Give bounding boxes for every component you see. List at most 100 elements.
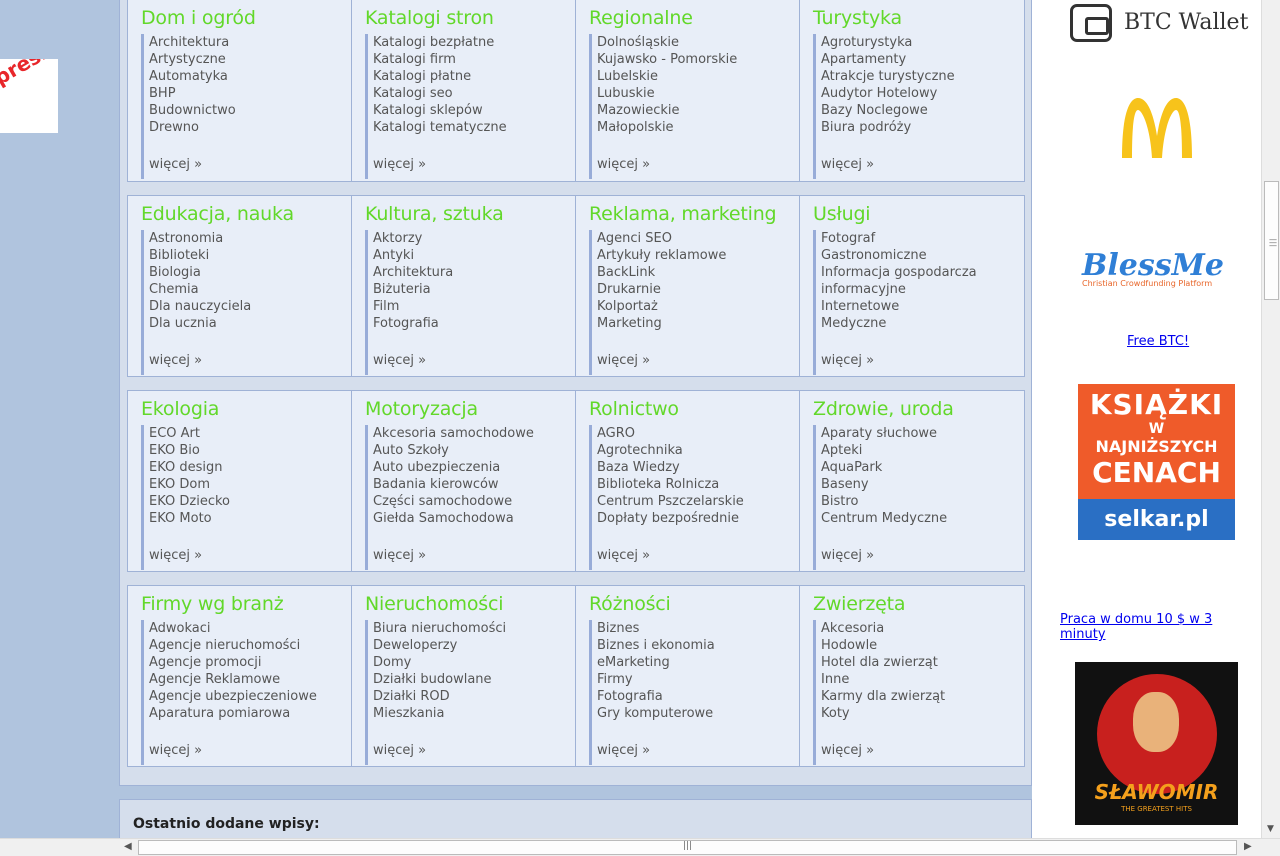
category-title[interactable]: Rolnictwo xyxy=(589,398,799,425)
category-title[interactable]: Usługi xyxy=(813,203,1024,230)
subcategory-link[interactable]: Katalogi seo xyxy=(373,85,575,102)
subcategory-link[interactable]: Centrum Medyczne xyxy=(821,510,1024,527)
subcategory-link[interactable]: Małopolskie xyxy=(597,119,799,136)
subcategory-link[interactable]: Lubelskie xyxy=(597,68,799,85)
subcategory-link[interactable]: Domy xyxy=(373,654,575,671)
subcategory-link[interactable]: Dla ucznia xyxy=(149,315,351,332)
subcategory-link[interactable]: Audytor Hotelowy xyxy=(821,85,1024,102)
category-title[interactable]: Zdrowie, uroda xyxy=(813,398,1024,425)
subcategory-link[interactable]: Koty xyxy=(821,705,1024,722)
subcategory-link[interactable]: EKO Dom xyxy=(149,476,351,493)
subcategory-link[interactable]: Biżuteria xyxy=(373,281,575,298)
subcategory-link[interactable]: Drewno xyxy=(149,119,351,136)
subcategory-link[interactable]: Architektura xyxy=(373,264,575,281)
more-link[interactable]: więcej » xyxy=(821,156,874,173)
more-link[interactable]: więcej » xyxy=(373,352,426,369)
subcategory-link[interactable]: Adwokaci xyxy=(149,620,351,637)
subcategory-link[interactable]: Aparaty słuchowe xyxy=(821,425,1024,442)
subcategory-link[interactable]: Dolnośląskie xyxy=(597,34,799,51)
subcategory-link[interactable]: Aparatura pomiarowa xyxy=(149,705,351,722)
subcategory-link[interactable]: Biura nieruchomości xyxy=(373,620,575,637)
more-link[interactable]: więcej » xyxy=(821,352,874,369)
subcategory-link[interactable]: Mieszkania xyxy=(373,705,575,722)
subcategory-link[interactable]: Lubuskie xyxy=(597,85,799,102)
subcategory-link[interactable]: Karmy dla zwierząt xyxy=(821,688,1024,705)
subcategory-link[interactable]: AGRO xyxy=(597,425,799,442)
subcategory-link[interactable]: Mazowieckie xyxy=(597,102,799,119)
scroll-left-arrow-icon[interactable]: ◀ xyxy=(124,841,132,852)
subcategory-link[interactable]: informacyjne xyxy=(821,281,1024,298)
vertical-scroll-thumb[interactable]: — — — xyxy=(1264,181,1279,300)
work-from-home-link[interactable]: Praca w domu 10 $ w 3 minuty xyxy=(1060,612,1261,642)
subcategory-link[interactable]: Chemia xyxy=(149,281,351,298)
category-title[interactable]: Ekologia xyxy=(141,398,351,425)
horizontal-scroll-thumb[interactable]: ||| xyxy=(138,840,1237,855)
subcategory-link[interactable]: Film xyxy=(373,298,575,315)
category-title[interactable]: Regionalne xyxy=(589,7,799,34)
subcategory-link[interactable]: Fotograf xyxy=(821,230,1024,247)
more-link[interactable]: więcej » xyxy=(373,156,426,173)
subcategory-link[interactable]: Inne xyxy=(821,671,1024,688)
more-link[interactable]: więcej » xyxy=(597,547,650,564)
subcategory-link[interactable]: BHP xyxy=(149,85,351,102)
subcategory-link[interactable]: Budownictwo xyxy=(149,102,351,119)
subcategory-link[interactable]: Drukarnie xyxy=(597,281,799,298)
more-link[interactable]: więcej » xyxy=(597,742,650,759)
subcategory-link[interactable]: Biura podróży xyxy=(821,119,1024,136)
subcategory-link[interactable]: Agencje ubezpieczeniowe xyxy=(149,688,351,705)
btc-wallet-ad[interactable]: BTC Wallet xyxy=(1070,4,1260,44)
subcategory-link[interactable]: Informacja gospodarcza xyxy=(821,264,1024,281)
subcategory-link[interactable]: Kolportaż xyxy=(597,298,799,315)
subcategory-link[interactable]: Dopłaty bezpośrednie xyxy=(597,510,799,527)
subcategory-link[interactable]: Katalogi sklepów xyxy=(373,102,575,119)
more-link[interactable]: więcej » xyxy=(821,742,874,759)
more-link[interactable]: więcej » xyxy=(149,156,202,173)
subcategory-link[interactable]: Katalogi płatne xyxy=(373,68,575,85)
subcategory-link[interactable]: EKO design xyxy=(149,459,351,476)
category-title[interactable]: Motoryzacja xyxy=(365,398,575,425)
subcategory-link[interactable]: Działki budowlane xyxy=(373,671,575,688)
subcategory-link[interactable]: Baza Wiedzy xyxy=(597,459,799,476)
subcategory-link[interactable]: Akcesoria samochodowe xyxy=(373,425,575,442)
subcategory-link[interactable]: Gastronomiczne xyxy=(821,247,1024,264)
category-title[interactable]: Turystyka xyxy=(813,7,1024,34)
category-title[interactable]: Reklama, marketing xyxy=(589,203,799,230)
subcategory-link[interactable]: Bistro xyxy=(821,493,1024,510)
free-btc-link[interactable]: Free BTC! xyxy=(1127,334,1189,349)
subcategory-link[interactable]: Firmy xyxy=(597,671,799,688)
subcategory-link[interactable]: Biblioteki xyxy=(149,247,351,264)
subcategory-link[interactable]: Architektura xyxy=(149,34,351,51)
subcategory-link[interactable]: Agrotechnika xyxy=(597,442,799,459)
category-title[interactable]: Katalogi stron xyxy=(365,7,575,34)
subcategory-link[interactable]: EKO Bio xyxy=(149,442,351,459)
subcategory-link[interactable]: Artystyczne xyxy=(149,51,351,68)
subcategory-link[interactable]: Biznes xyxy=(597,620,799,637)
subcategory-link[interactable]: Katalogi bezpłatne xyxy=(373,34,575,51)
category-title[interactable]: Różności xyxy=(589,593,799,620)
slawomir-album-ad[interactable]: SŁAWOMIR THE GREATEST HITS xyxy=(1075,662,1238,825)
subcategory-link[interactable]: Biblioteka Rolnicza xyxy=(597,476,799,493)
subcategory-link[interactable]: Działki ROD xyxy=(373,688,575,705)
subcategory-link[interactable]: Auto ubezpieczenia xyxy=(373,459,575,476)
subcategory-link[interactable]: eMarketing xyxy=(597,654,799,671)
blessme-ad[interactable]: BlessMe Christian Crowdfunding Platform xyxy=(1082,248,1232,298)
more-link[interactable]: więcej » xyxy=(149,547,202,564)
more-link[interactable]: więcej » xyxy=(597,352,650,369)
subcategory-link[interactable]: Biznes i ekonomia xyxy=(597,637,799,654)
mcdonalds-logo-icon[interactable] xyxy=(1118,96,1196,158)
subcategory-link[interactable]: Kujawsko - Pomorskie xyxy=(597,51,799,68)
subcategory-link[interactable]: ECO Art xyxy=(149,425,351,442)
more-link[interactable]: więcej » xyxy=(597,156,650,173)
subcategory-link[interactable]: Katalogi firm xyxy=(373,51,575,68)
subcategory-link[interactable]: Agencje nieruchomości xyxy=(149,637,351,654)
more-link[interactable]: więcej » xyxy=(821,547,874,564)
subcategory-link[interactable]: Hotel dla zwierząt xyxy=(821,654,1024,671)
subcategory-link[interactable]: Atrakcje turystyczne xyxy=(821,68,1024,85)
subcategory-link[interactable]: Katalogi tematyczne xyxy=(373,119,575,136)
more-link[interactable]: więcej » xyxy=(149,352,202,369)
selkar-books-ad[interactable]: KSIĄŻKI W NAJNIŻSZYCH CENACH selkar.pl xyxy=(1078,384,1235,540)
subcategory-link[interactable]: Apteki xyxy=(821,442,1024,459)
subcategory-link[interactable]: Automatyka xyxy=(149,68,351,85)
subcategory-link[interactable]: Centrum Pszczelarskie xyxy=(597,493,799,510)
category-title[interactable]: Dom i ogród xyxy=(141,7,351,34)
